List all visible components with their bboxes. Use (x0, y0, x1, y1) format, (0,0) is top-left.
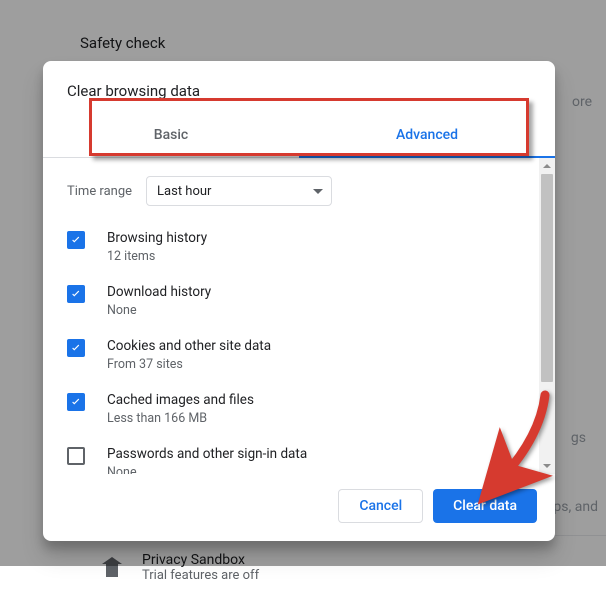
truncated-text-more: ore (572, 94, 592, 110)
truncated-text-gs: gs (571, 430, 586, 446)
clear-browsing-data-dialog: Clear browsing data Basic Advanced Time … (43, 61, 555, 541)
item-title: Cached images and files (107, 392, 254, 408)
item-subtitle: None (107, 465, 307, 474)
cancel-button[interactable]: Cancel (338, 489, 423, 523)
dialog-footer: Cancel Clear data (43, 474, 555, 541)
item-browsing-history[interactable]: Browsing history 12 items (43, 220, 537, 274)
scrollbar-down-icon[interactable] (539, 458, 555, 474)
item-passwords[interactable]: Passwords and other sign-in data None (43, 436, 537, 474)
checkbox-download-history[interactable] (67, 285, 85, 303)
checkbox-cached-images[interactable] (67, 393, 85, 411)
chevron-down-icon (313, 189, 323, 194)
clear-data-button[interactable]: Clear data (433, 489, 537, 523)
item-download-history[interactable]: Download history None (43, 274, 537, 328)
tab-basic[interactable]: Basic (43, 114, 299, 157)
time-range-select[interactable]: Last hour (146, 176, 332, 206)
item-subtitle: None (107, 303, 211, 318)
time-range-row: Time range Last hour (43, 158, 537, 220)
dialog-scroll-area: Time range Last hour Browsing history 12… (43, 158, 555, 474)
item-title: Cookies and other site data (107, 338, 271, 354)
checkbox-browsing-history[interactable] (67, 231, 85, 249)
scrollbar-up-icon[interactable] (539, 158, 555, 174)
tab-advanced[interactable]: Advanced (299, 114, 555, 157)
scrollbar-thumb[interactable] (541, 174, 553, 382)
settings-row-subtitle: Trial features are off (142, 568, 259, 583)
item-subtitle: From 37 sites (107, 357, 271, 372)
checkbox-cookies[interactable] (67, 339, 85, 357)
checkbox-passwords[interactable] (67, 447, 85, 465)
item-cookies[interactable]: Cookies and other site data From 37 site… (43, 328, 537, 382)
dialog-tabs: Basic Advanced (43, 114, 555, 158)
item-title: Download history (107, 284, 211, 300)
item-title: Browsing history (107, 230, 207, 246)
item-title: Passwords and other sign-in data (107, 446, 307, 462)
time-range-value: Last hour (157, 184, 211, 199)
item-subtitle: 12 items (107, 249, 207, 264)
dialog-title: Clear browsing data (43, 61, 555, 114)
item-cached-images[interactable]: Cached images and files Less than 166 MB (43, 382, 537, 436)
time-range-label: Time range (67, 184, 132, 199)
scrollbar-track[interactable] (539, 158, 555, 474)
item-subtitle: Less than 166 MB (107, 411, 254, 426)
